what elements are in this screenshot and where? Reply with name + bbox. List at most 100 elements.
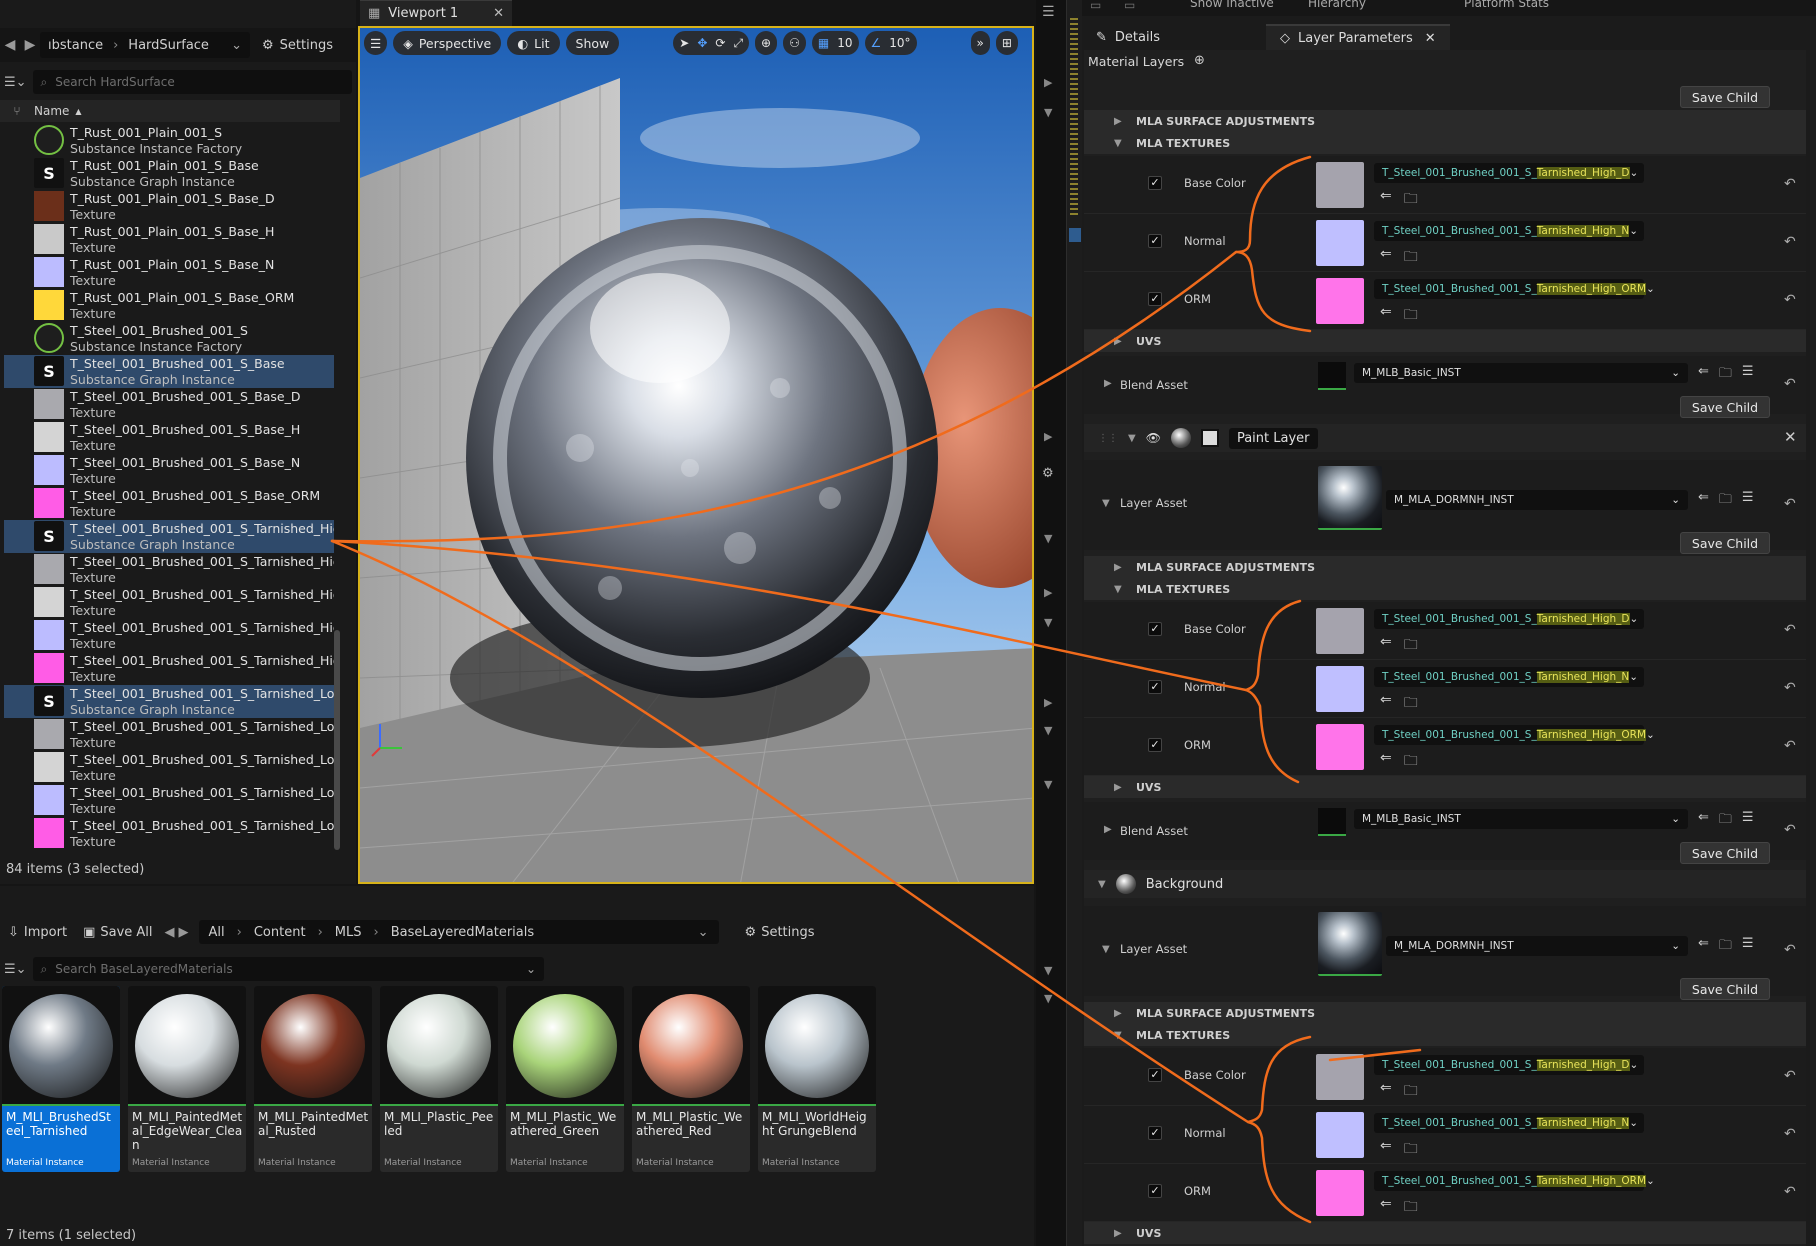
- collapse-down-icon[interactable]: ▼: [1044, 778, 1052, 791]
- checkbox[interactable]: ✓: [1148, 292, 1162, 306]
- reset-icon[interactable]: ↶: [1784, 1184, 1796, 1200]
- browse-icon[interactable]: 🗀: [1719, 490, 1732, 512]
- reset-icon[interactable]: ↶: [1784, 292, 1796, 308]
- tab-layer-parameters[interactable]: ◇ Layer Parameters ✕: [1265, 24, 1450, 50]
- close-icon[interactable]: ✕: [1784, 428, 1797, 446]
- use-selected-icon[interactable]: ⇐: [1380, 692, 1392, 716]
- reset-icon[interactable]: ↶: [1784, 738, 1796, 754]
- add-layer-icon[interactable]: ⊕: [1194, 53, 1205, 68]
- asset-list-item[interactable]: T_Steel_001_Brushed_001_S_Tarnished_Low_…: [4, 751, 334, 784]
- platform-stats-button[interactable]: Platform Stats: [1464, 0, 1549, 10]
- show-button[interactable]: Show: [565, 31, 620, 55]
- collapse-down-icon[interactable]: ▼: [1102, 944, 1110, 955]
- texture-dropdown[interactable]: T_Steel_001_Brushed_001_S_Tarnished_High…: [1374, 279, 1655, 299]
- expand-right-icon[interactable]: ▶: [1044, 586, 1052, 599]
- breadcrumb[interactable]: ıbstance › HardSurface ⌄: [40, 32, 250, 58]
- material-tile[interactable]: M_MLI_Plastic_Weathered_Green Material In…: [506, 986, 624, 1172]
- asset-list-item[interactable]: S T_Rust_001_Plain_001_S_Base Substance Gr…: [4, 157, 334, 190]
- texture-dropdown[interactable]: T_Steel_001_Brushed_001_S_Tarnished_High…: [1374, 667, 1644, 687]
- column-name[interactable]: Name: [34, 104, 69, 118]
- expand-right-icon[interactable]: ▶: [1044, 76, 1052, 89]
- category-cat_uvs[interactable]: ▶ UVS: [1084, 330, 1806, 352]
- background-layer-header[interactable]: ▼ Background: [1084, 870, 1806, 898]
- expand-right-icon[interactable]: ▶: [1044, 430, 1052, 443]
- close-icon[interactable]: ✕: [493, 6, 504, 21]
- breadcrumb-current[interactable]: HardSurface: [128, 38, 209, 53]
- crumb-all[interactable]: All: [209, 925, 225, 940]
- category-cat_textures[interactable]: ▼ MLA TEXTURES: [1084, 132, 1806, 154]
- expand-right-icon[interactable]: ▶: [1114, 562, 1124, 573]
- layer-asset-dropdown[interactable]: M_MLA_DORMNH_INST ⌄: [1386, 490, 1688, 510]
- reset-icon[interactable]: ↶: [1784, 234, 1796, 250]
- search-input[interactable]: ⌕ Search HardSurface: [32, 70, 352, 94]
- collapse-down-icon[interactable]: ▼: [1044, 992, 1052, 1005]
- chevron-down-icon[interactable]: ⌄: [1630, 1059, 1639, 1071]
- asset-list-item[interactable]: T_Rust_001_Plain_001_S_Base_ORM Texture: [4, 289, 334, 322]
- collapse-down-icon[interactable]: ▼: [1098, 879, 1106, 890]
- save-child-button[interactable]: Save Child: [1680, 396, 1770, 418]
- perspective-button[interactable]: ◈ Perspective: [393, 31, 502, 55]
- texture-dropdown[interactable]: T_Steel_001_Brushed_001_S_Tarnished_High…: [1374, 725, 1655, 745]
- expand-right-icon[interactable]: ▶: [1044, 696, 1052, 709]
- expand-right-icon[interactable]: ▶: [1104, 378, 1112, 389]
- layout-icon[interactable]: ⊞: [995, 31, 1018, 55]
- grid-snap-value[interactable]: 10: [837, 36, 852, 50]
- chevron-down-icon[interactable]: ⌄: [1630, 167, 1639, 179]
- asset-list-item[interactable]: T_Steel_001_Brushed_001_S_Tarnished_Low_…: [4, 817, 334, 850]
- import-button[interactable]: ⇩ Import: [8, 925, 67, 940]
- blend-thumbnail[interactable]: [1318, 362, 1346, 390]
- asset-list-item[interactable]: T_Steel_001_Brushed_001_S_Tarnished_High…: [4, 586, 334, 619]
- collapse-down-icon[interactable]: ▼: [1128, 433, 1136, 444]
- columns-icon[interactable]: ⑂: [0, 104, 34, 118]
- expand-right-icon[interactable]: ▶: [1114, 782, 1124, 793]
- asset-list-item[interactable]: T_Steel_001_Brushed_001_S_Base_D Texture: [4, 388, 334, 421]
- grid-snap-icon[interactable]: ▦: [818, 36, 829, 50]
- asset-list-item[interactable]: T_Rust_001_Plain_001_S_Base_D Texture: [4, 190, 334, 223]
- chevron-down-icon[interactable]: ⌄: [1671, 813, 1680, 825]
- chevron-down-icon[interactable]: ⌄: [698, 925, 709, 940]
- asset-list-item[interactable]: S T_Steel_001_Brushed_001_S_Base Substance…: [4, 355, 334, 388]
- tab-details[interactable]: ✎ Details: [1082, 24, 1174, 50]
- paint-layer-name[interactable]: Paint Layer: [1228, 427, 1318, 449]
- texture-swatch[interactable]: [1316, 724, 1364, 770]
- asset-list-item[interactable]: T_Steel_001_Brushed_001_S_Tarnished_Low_…: [4, 784, 334, 817]
- reset-icon[interactable]: ↶: [1784, 622, 1796, 638]
- texture-swatch[interactable]: [1316, 666, 1364, 712]
- chevron-down-icon[interactable]: ⌄: [1629, 225, 1638, 237]
- expand-icon[interactable]: »: [970, 31, 990, 55]
- asset-list-item[interactable]: T_Steel_001_Brushed_001_S_Base_H Texture: [4, 421, 334, 454]
- reset-icon[interactable]: ↶: [1784, 1068, 1796, 1084]
- use-selected-icon[interactable]: ⇐: [1380, 188, 1392, 212]
- material-tile[interactable]: M_MLI_BrushedSteel_Tarnished Material Ins…: [2, 986, 120, 1172]
- chevron-down-icon[interactable]: ⌄: [1646, 729, 1655, 741]
- reset-icon[interactable]: ↶: [1784, 680, 1796, 696]
- asset-list-item[interactable]: T_Steel_001_Brushed_001_S_Tarnished_High…: [4, 619, 334, 652]
- chevron-down-icon[interactable]: ⌄: [1646, 283, 1655, 295]
- collapse-down-icon[interactable]: ▼: [1114, 1030, 1124, 1041]
- use-selected-icon[interactable]: ⇐: [1698, 364, 1709, 386]
- chevron-down-icon[interactable]: ⌄: [1671, 494, 1680, 506]
- category-cat_surface[interactable]: ▶ MLA SURFACE ADJUSTMENTS: [1084, 110, 1806, 132]
- window-icon[interactable]: ▭: [1124, 0, 1135, 12]
- settings-button[interactable]: ⚙ Settings: [745, 925, 815, 940]
- collapse-down-icon[interactable]: ▼: [1114, 584, 1124, 595]
- collapse-down-icon[interactable]: ▼: [1044, 964, 1052, 977]
- asset-list-item[interactable]: T_Rust_001_Plain_001_S Substance Instance…: [4, 124, 334, 157]
- save-child-button[interactable]: Save Child: [1680, 978, 1770, 1000]
- menu-icon[interactable]: ☰: [1042, 4, 1055, 20]
- gear-icon[interactable]: ⚙: [1042, 466, 1054, 481]
- asset-list-item[interactable]: T_Rust_001_Plain_001_S_Base_H Texture: [4, 223, 334, 256]
- material-tile[interactable]: M_MLI_Plastic_Weathered_Red Material Inst…: [632, 986, 750, 1172]
- chevron-down-icon[interactable]: ⌄: [1629, 671, 1638, 683]
- browse-icon[interactable]: 🗀: [1404, 750, 1418, 774]
- crumb-mls[interactable]: MLS: [335, 925, 362, 940]
- material-tile[interactable]: M_MLI_Plastic_Peeled Material Instance: [380, 986, 498, 1172]
- expand-right-icon[interactable]: ▶: [1114, 336, 1124, 347]
- asset-list-item[interactable]: T_Steel_001_Brushed_001_S_Tarnished_High…: [4, 652, 334, 685]
- checkbox[interactable]: ✓: [1148, 622, 1162, 636]
- use-selected-icon[interactable]: ⇐: [1380, 750, 1392, 774]
- save-child-button[interactable]: Save Child: [1680, 86, 1770, 108]
- use-selected-icon[interactable]: ⇐: [1380, 634, 1392, 658]
- chevron-down-icon[interactable]: ⌄: [1629, 1117, 1638, 1129]
- blend-asset-dropdown[interactable]: M_MLB_Basic_INST ⌄: [1354, 363, 1688, 383]
